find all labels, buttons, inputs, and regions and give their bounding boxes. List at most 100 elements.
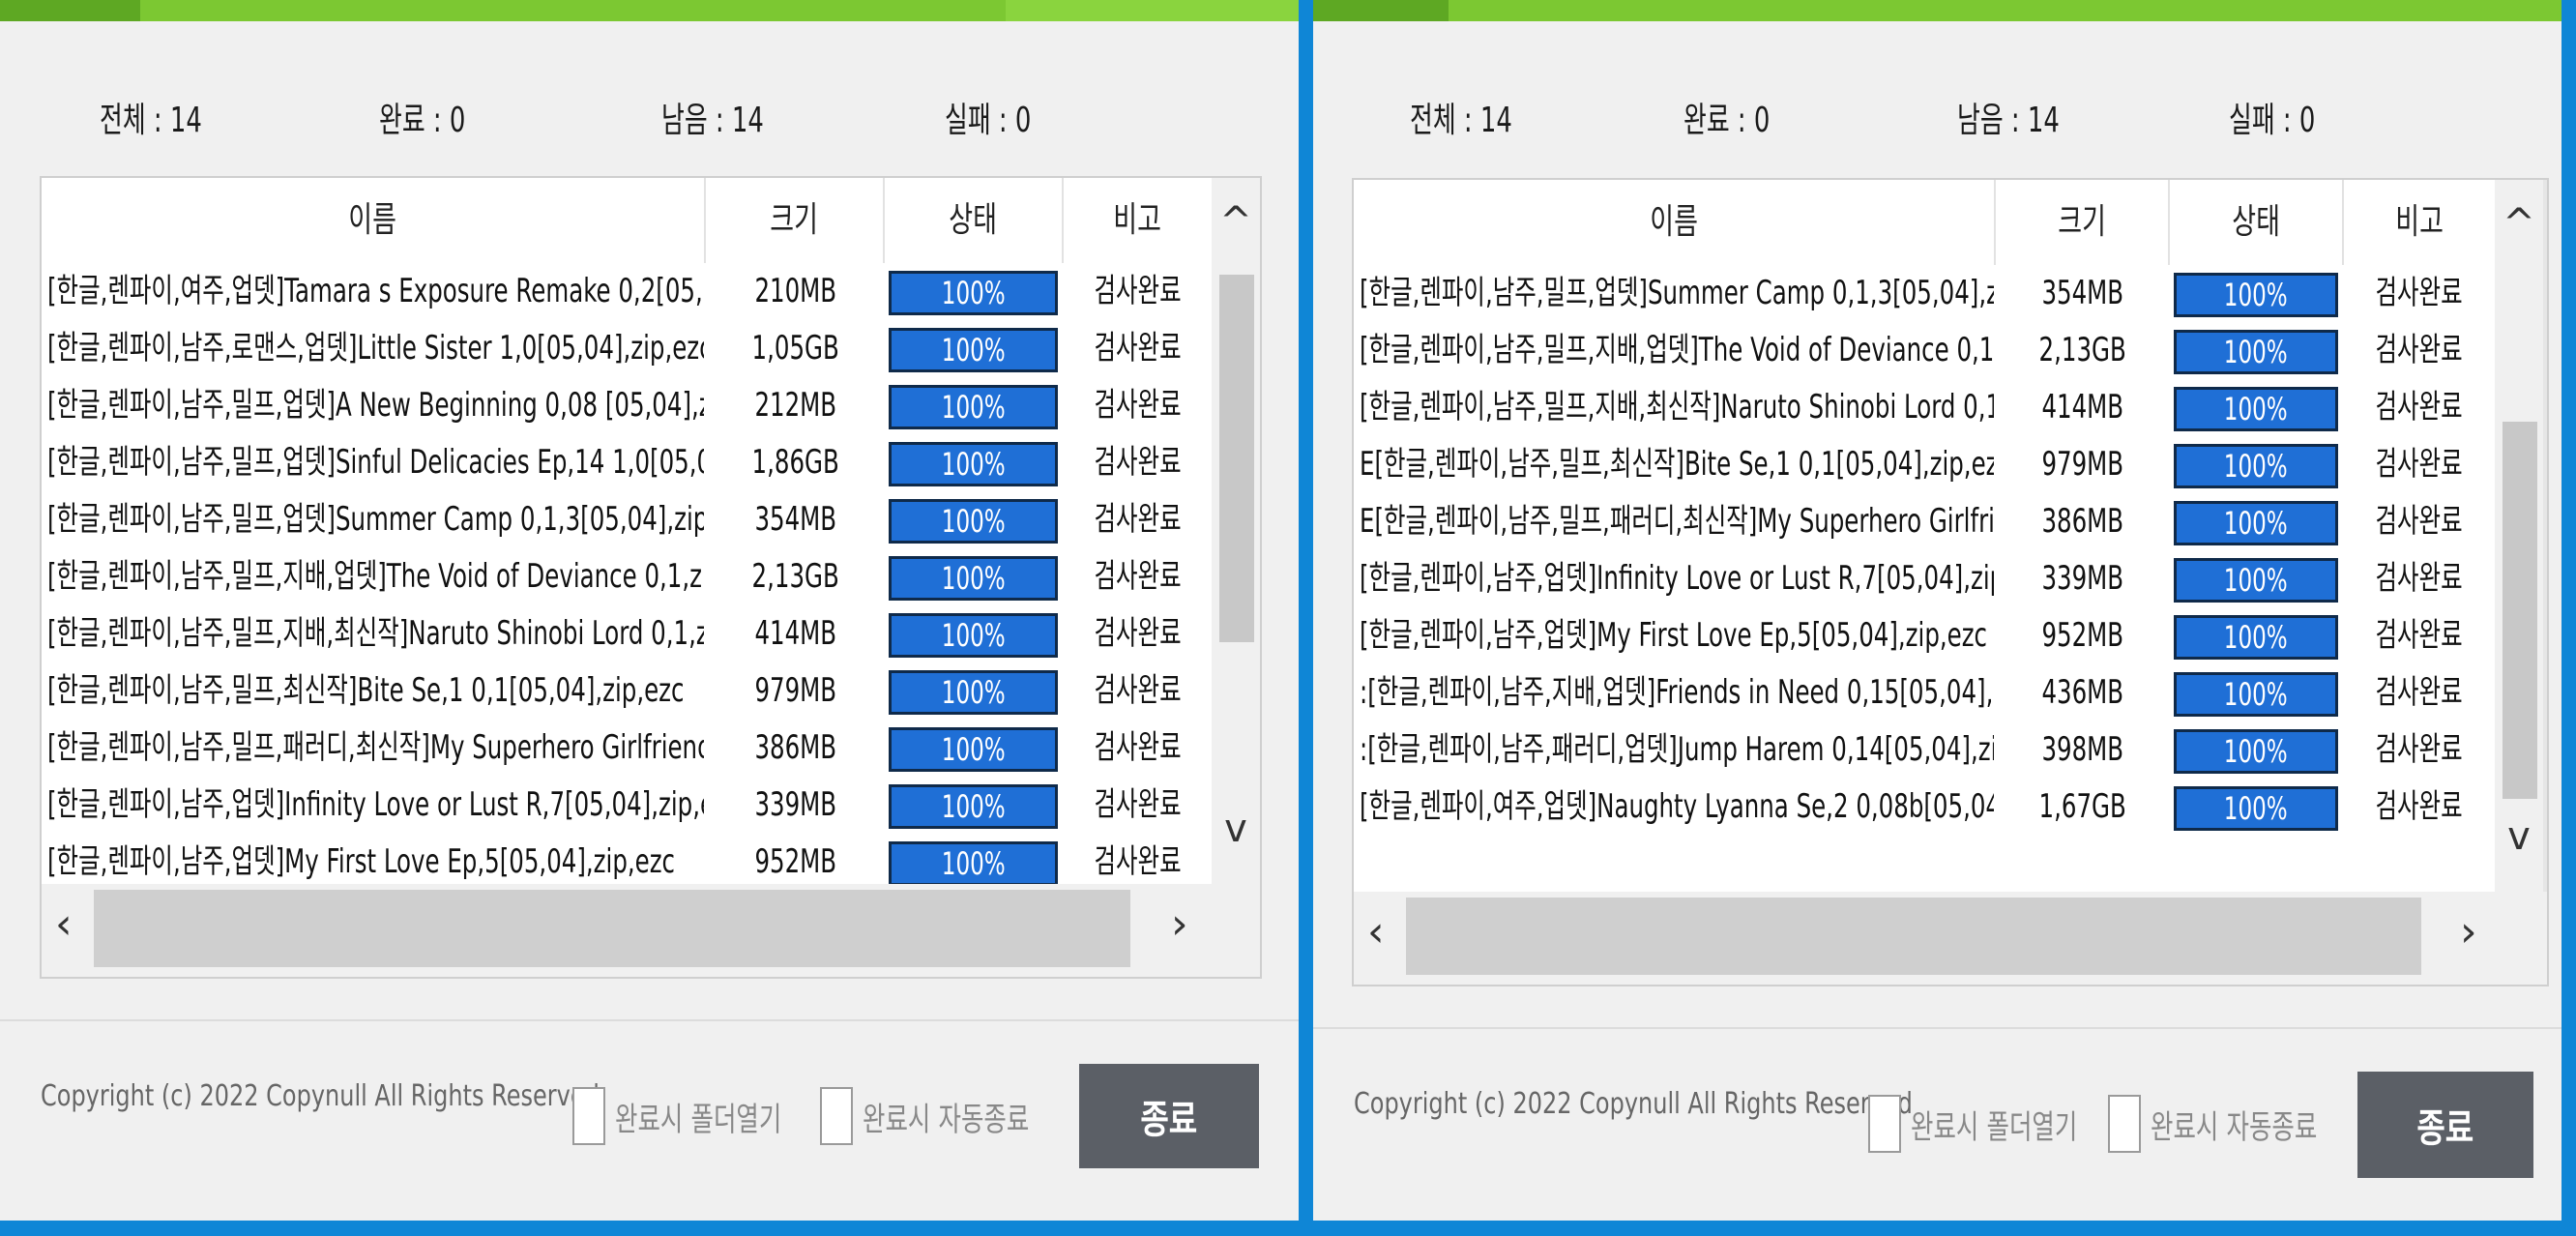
footer-divider [1313,1027,2561,1029]
open-folder-option[interactable]: 완료시 폴더열기 [1868,1095,2133,1153]
file-name-cell: [한글,렌파이,남주,밀프,업뎃]Summer Camp 0,1,3[05,04… [1360,274,1994,312]
table-row[interactable]: [한글,렌파이,남주,밀프,패러디,최신작]My Superhero Girlf… [42,720,1212,777]
status-note-cell: 검사완료 [2375,502,2464,541]
exit-button[interactable]: 종료 [2357,1072,2533,1178]
auto-exit-checkbox[interactable] [820,1087,853,1145]
status-note-cell: 검사완료 [2375,787,2464,826]
vertical-scroll-thumb[interactable] [2503,422,2537,799]
exit-button[interactable]: 종료 [1079,1064,1259,1168]
file-size-cell: 212MB [754,386,836,425]
progress-bar: 100% [889,385,1058,429]
column-header-size[interactable]: 크기 [706,178,885,263]
status-note-cell: 검사완료 [1094,842,1182,881]
top-accent-bar [0,0,1299,21]
vertical-scroll-thumb[interactable] [1219,275,1254,642]
open-folder-option[interactable]: 완료시 폴더열기 [572,1087,837,1145]
table-row[interactable]: [한글,렌파이,남주,밀프,지배,최신작]Naruto Shinobi Lord… [42,605,1212,662]
column-header-note[interactable]: 비고 [2344,180,2495,265]
progress-bar: 100% [2174,672,2338,717]
table-row[interactable]: [한글,렌파이,남주,밀프,업뎃]Summer Camp 0,1,3[05,04… [42,491,1212,548]
column-header-status[interactable]: 상태 [885,178,1064,263]
table-row[interactable]: [한글,렌파이,남주,업뎃]My First Love Ep,5[05,04],… [42,834,1212,884]
table-row[interactable]: [한글,렌파이,남주,업뎃]My First Love Ep,5[05,04],… [1354,607,2495,664]
status-note-cell: 검사완료 [2375,331,2464,369]
auto-exit-option[interactable]: 완료시 자동종료 [2108,1095,2373,1153]
vertical-scrollbar[interactable]: ^ v [2495,180,2543,892]
progress-bar: 100% [889,613,1058,658]
horizontal-scrollbar[interactable]: ‹ › [1354,892,2547,985]
top-accent-segment [0,0,140,21]
column-header-name[interactable]: 이름 [42,178,706,263]
auto-exit-checkbox[interactable] [2108,1095,2141,1153]
file-name-cell: :[한글,렌파이,남주,지배,업뎃]Friends in Need 0,15[0… [1360,673,1994,712]
progress-bar: 100% [889,784,1058,829]
table-row[interactable]: [한글,렌파이,남주,밀프,업뎃]Sinful Delicacies Ep,14… [42,434,1212,491]
chevron-up-icon[interactable]: ^ [1212,199,1260,244]
file-size-cell: 414MB [754,614,836,653]
status-note-cell: 검사완료 [1094,785,1182,824]
horizontal-scroll-thumb[interactable] [1406,898,2421,975]
chevron-right-icon[interactable]: › [2460,907,2477,956]
status-note-cell: 검사완료 [1094,728,1182,767]
column-header-note[interactable]: 비고 [1064,178,1212,263]
stat-remaining: 남음 : 14 [661,101,764,140]
status-note-cell: 검사완료 [2375,673,2464,712]
horizontal-scroll-thumb[interactable] [94,890,1130,967]
file-name-cell: [한글,렌파이,남주,밀프,지배,최신작]Naruto Shinobi Lord… [1360,388,1994,427]
chevron-down-icon[interactable]: v [1212,807,1260,851]
status-note-cell: 검사완료 [1094,272,1182,310]
table-header: 이름 크기 상태 비고 [42,178,1212,263]
column-header-size[interactable]: 크기 [1996,180,2170,265]
table-row[interactable]: [한글,렌파이,남주,로맨스,업뎃]Little Sister 1,0[05,0… [42,320,1212,377]
file-size-cell: 1,86GB [751,443,839,482]
table-row[interactable]: [한글,렌파이,남주,밀프,업뎃]Summer Camp 0,1,3[05,04… [1354,265,2495,322]
file-size-cell: 979MB [2041,445,2124,484]
column-header-status[interactable]: 상태 [2170,180,2344,265]
file-size-cell: 952MB [754,842,836,881]
vertical-scrollbar[interactable]: ^ v [1212,178,1260,884]
table-row[interactable]: [한글,렌파이,남주,밀프,업뎃]A New Beginning 0,08 [0… [42,377,1212,434]
table-row[interactable]: [한글,렌파이,여주,업뎃]Naughty Lyanna Se,2 0,08b[… [1354,779,2495,836]
table-row[interactable]: E[한글,렌파이,남주,밀프,최신작]Bite Se,1 0,1[05,04],… [1354,436,2495,493]
file-list-panel: 이름 크기 상태 비고 [한글,렌파이,남주,밀프,업뎃]Summer Camp… [1352,178,2549,986]
top-accent-bar [1313,0,2561,21]
file-size-cell: 210MB [754,272,836,310]
copyright-text: Copyright (c) 2022 Copynull All Rights R… [1354,1087,1913,1121]
checker-window-right: 전체 : 14 완료 : 0 남음 : 14 실패 : 0 이름 크기 상태 비… [1313,0,2561,1221]
chevron-left-icon[interactable]: ‹ [1367,907,1385,956]
chevron-down-icon[interactable]: v [2495,814,2543,859]
file-name-cell: E[한글,렌파이,남주,밀프,최신작]Bite Se,1 0,1[05,04],… [1360,445,1994,484]
open-folder-checkbox[interactable] [572,1087,605,1145]
auto-exit-option[interactable]: 완료시 자동종료 [820,1087,1085,1145]
status-note-cell: 검사완료 [1094,500,1182,539]
table-header: 이름 크기 상태 비고 [1354,180,2495,265]
table-row[interactable]: :[한글,렌파이,남주,지배,업뎃]Friends in Need 0,15[0… [1354,664,2495,721]
file-name-cell: [한글,렌파이,남주,밀프,지배,업뎃]The Void of Deviance… [47,557,704,596]
table-row[interactable]: E[한글,렌파이,남주,밀프,패러디,최신작]My Superhero Girl… [1354,493,2495,550]
table-row[interactable]: [한글,렌파이,남주,밀프,최신작]Bite Se,1 0,1[05,04],z… [42,662,1212,720]
file-size-cell: 386MB [2041,502,2124,541]
copyright-text: Copyright (c) 2022 Copynull All Rights R… [41,1079,600,1113]
table-row[interactable]: [한글,렌파이,남주,업뎃]Infinity Love or Lust R,7[… [42,777,1212,834]
top-accent-segment [1006,0,1299,21]
table-row[interactable]: [한글,렌파이,여주,업뎃]Tamara s Exposure Remake 0… [42,263,1212,320]
checker-window-left: 전체 : 14 완료 : 0 남음 : 14 실패 : 0 이름 크기 상태 비… [0,0,1299,1221]
progress-bar: 100% [2174,444,2338,488]
auto-exit-label: 완료시 자동종료 [2151,1107,2318,1147]
file-size-cell: 354MB [2041,274,2124,312]
table-row[interactable]: [한글,렌파이,남주,밀프,지배,업뎃]The Void of Deviance… [42,548,1212,605]
progress-bar: 100% [889,442,1058,486]
table-row[interactable]: [한글,렌파이,남주,밀프,지배,업뎃]The Void of Deviance… [1354,322,2495,379]
chevron-right-icon[interactable]: › [1171,899,1188,949]
open-folder-label: 완료시 폴더열기 [1911,1107,2078,1147]
horizontal-scrollbar[interactable]: ‹ › [42,884,1260,977]
open-folder-checkbox[interactable] [1868,1095,1901,1153]
chevron-left-icon[interactable]: ‹ [55,899,73,949]
column-header-name[interactable]: 이름 [1354,180,1996,265]
table-row[interactable]: [한글,렌파이,남주,업뎃]Infinity Love or Lust R,7[… [1354,550,2495,607]
stat-remaining: 남음 : 14 [1957,101,2060,140]
chevron-up-icon[interactable]: ^ [2495,201,2543,246]
file-name-cell: [한글,렌파이,남주,업뎃]My First Love Ep,5[05,04],… [1360,616,1988,655]
table-row[interactable]: [한글,렌파이,남주,밀프,지배,최신작]Naruto Shinobi Lord… [1354,379,2495,436]
table-row[interactable]: :[한글,렌파이,남주,패러디,업뎃]Jump Harem 0,14[05,04… [1354,721,2495,779]
